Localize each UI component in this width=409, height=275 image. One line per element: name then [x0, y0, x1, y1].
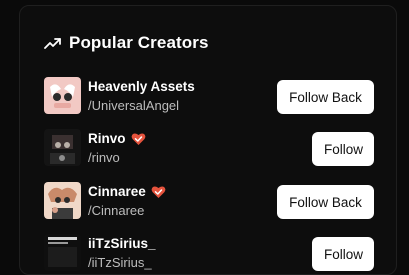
follow-button[interactable]: Follow: [312, 237, 374, 271]
card-title: Popular Creators: [69, 33, 209, 52]
follow-back-button[interactable]: Follow Back: [277, 80, 374, 114]
avatar[interactable]: [44, 129, 81, 166]
avatar[interactable]: [44, 234, 81, 271]
popular-creators-card: Popular Creators Heavenly Assets /Univer…: [19, 5, 397, 275]
creator-name[interactable]: Rinvo: [88, 131, 146, 146]
card-header: Popular Creators: [44, 33, 209, 53]
verified-heart-badge-icon: [131, 132, 146, 146]
trending-up-icon: [44, 36, 62, 50]
creator-handle[interactable]: /rinvo: [88, 150, 120, 165]
creator-handle[interactable]: /iiTzSirius_: [88, 255, 152, 270]
creator-row: Rinvo /rinvo Follow: [44, 129, 374, 169]
follow-back-button[interactable]: Follow Back: [277, 185, 374, 219]
creator-name[interactable]: Cinnaree: [88, 184, 166, 199]
creator-name[interactable]: iiTzSirius_: [88, 236, 156, 251]
creator-row: iiTzSirius_ /iiTzSirius_ Follow: [44, 234, 374, 274]
creator-handle[interactable]: /Cinnaree: [88, 203, 144, 218]
creator-row: Heavenly Assets /UniversalAngel Follow B…: [44, 77, 374, 117]
avatar[interactable]: [44, 182, 81, 219]
creator-name[interactable]: Heavenly Assets: [88, 79, 195, 94]
creator-row: Cinnaree /Cinnaree Follow Back: [44, 182, 374, 222]
follow-button[interactable]: Follow: [312, 132, 374, 166]
creator-handle[interactable]: /UniversalAngel: [88, 98, 179, 113]
verified-heart-badge-icon: [151, 185, 166, 199]
avatar[interactable]: [44, 77, 81, 114]
